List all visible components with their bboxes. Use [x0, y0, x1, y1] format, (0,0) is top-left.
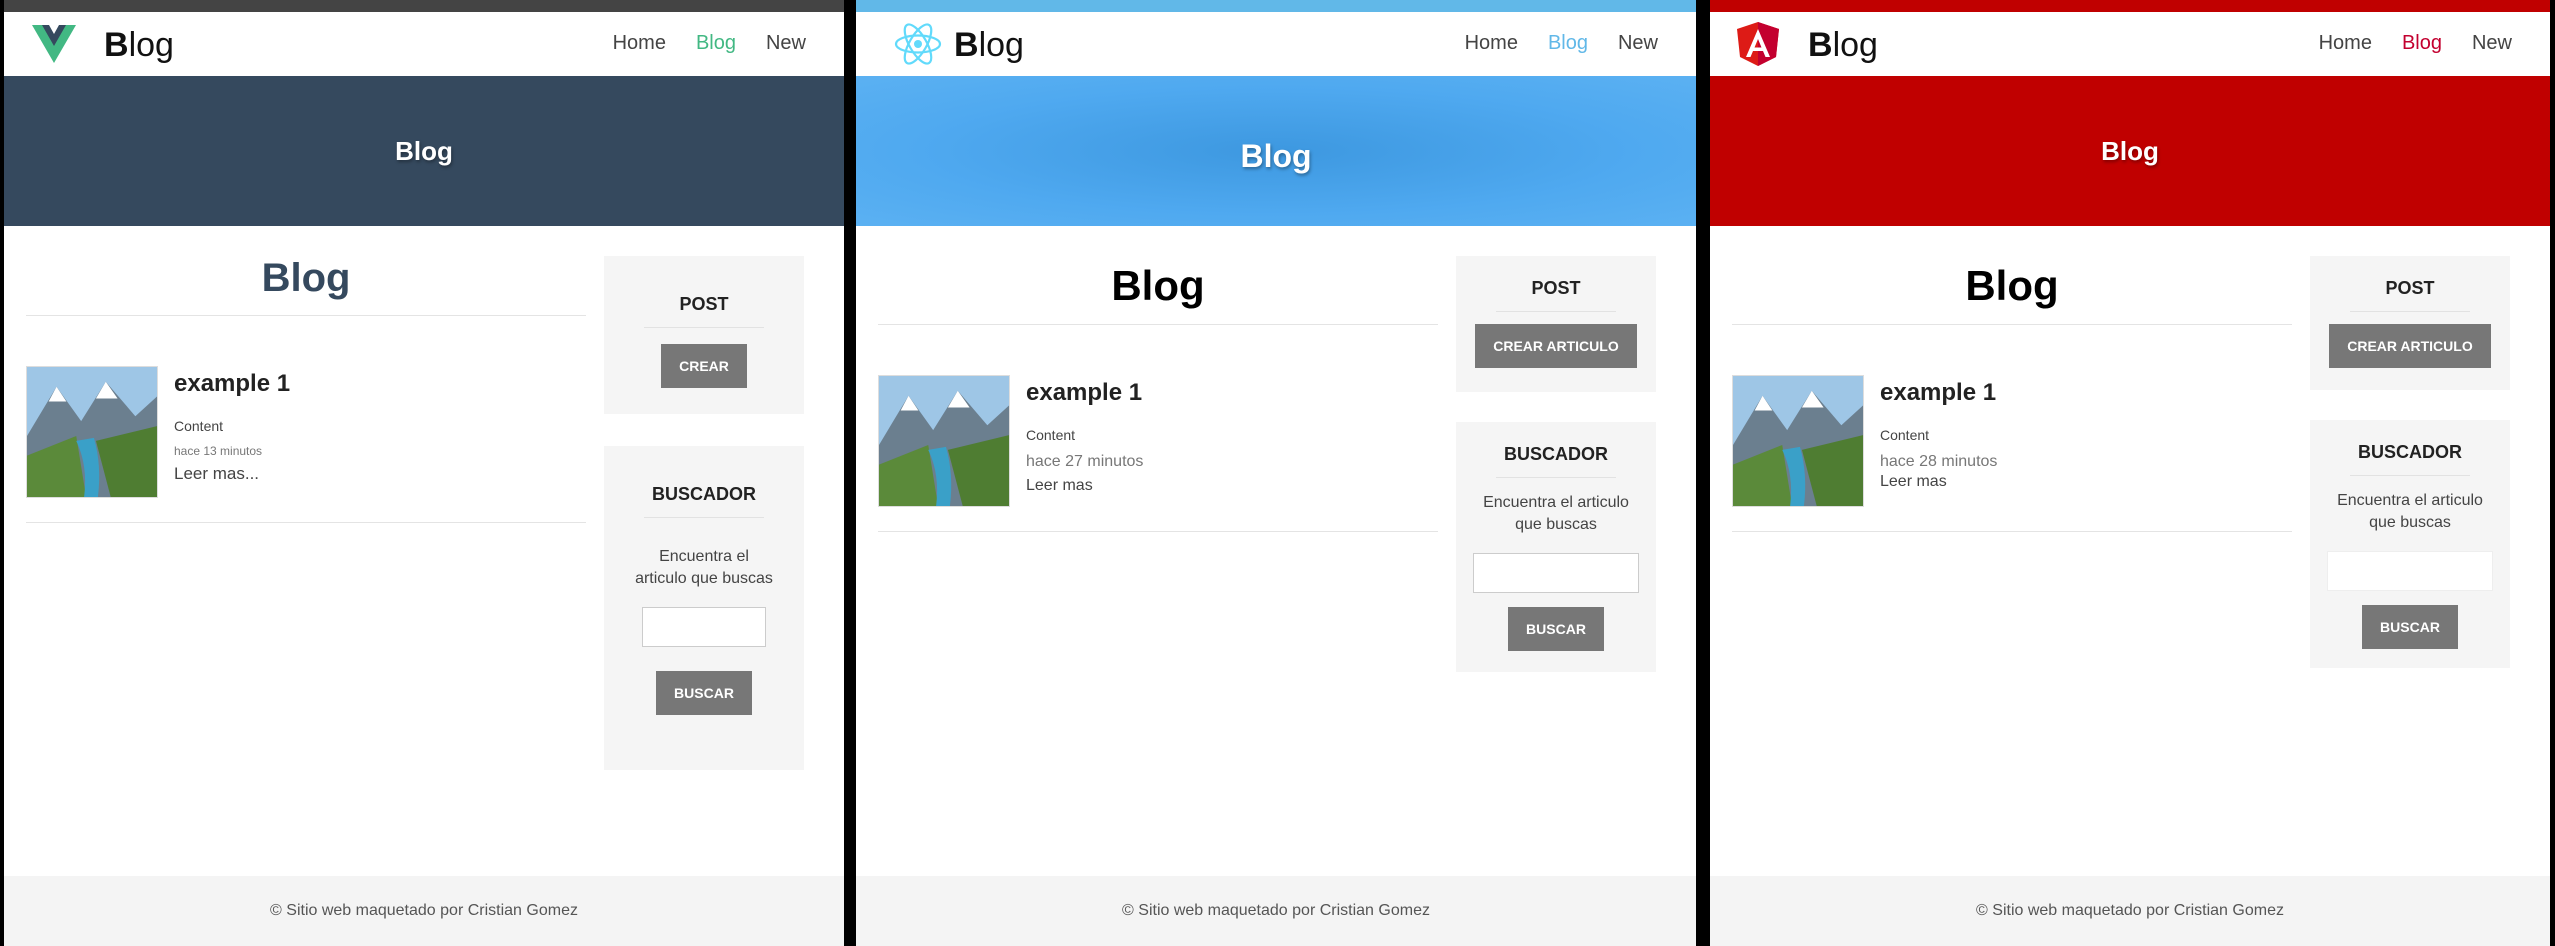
nav-home[interactable]: Home	[1465, 32, 1518, 55]
footer: © Sitio web maquetado por Cristian Gomez	[856, 876, 1696, 946]
nav-new[interactable]: New	[766, 32, 806, 55]
post-widget: POST CREAR ARTICULO	[2310, 256, 2510, 390]
brand-rest: log	[128, 26, 174, 64]
article-time: hace 27 minutos	[1026, 453, 1144, 470]
post-widget: POST CREAR ARTICULO	[1456, 256, 1656, 392]
search-input[interactable]	[1473, 553, 1639, 594]
hero-banner: Blog	[4, 76, 844, 226]
create-article-button[interactable]: CREAR ARTICULO	[2329, 324, 2491, 368]
nav-blog[interactable]: Blog	[2402, 32, 2442, 55]
post-widget-title: POST	[2350, 278, 2470, 312]
brand-title[interactable]: Blog	[954, 26, 1024, 65]
main-content: Blog example 1 Content hace 13 minutos L…	[26, 250, 586, 523]
main-content: Blog example 1 Content hace 27 minutos L…	[878, 250, 1438, 532]
nav-blog[interactable]: Blog	[696, 32, 736, 55]
nav-new[interactable]: New	[1618, 32, 1658, 55]
article-body: example 1 Content hace 13 minutos Leer m…	[174, 366, 290, 498]
nav-menu: Home Blog New	[1465, 32, 1658, 55]
nav-home[interactable]: Home	[613, 32, 666, 55]
header: Blog Home Blog New	[856, 12, 1696, 76]
footer: © Sitio web maquetado por Cristian Gomez	[1710, 876, 2550, 946]
angular-logo-icon[interactable]	[1734, 21, 1782, 67]
article-item: example 1 Content hace 28 minutos Leer m…	[1732, 325, 2292, 532]
search-widget-text: Encuentra el articulo que buscas	[635, 548, 773, 587]
article-body: example 1 Content hace 27 minutos Leer m…	[1026, 375, 1143, 507]
search-widget: BUSCADOR Encuentra el articulo que busca…	[1456, 422, 1656, 672]
create-button[interactable]: CREAR	[661, 344, 747, 388]
post-widget-title: POST	[644, 294, 764, 328]
article-content: Content	[1026, 427, 1076, 443]
brand-rest: log	[1832, 26, 1878, 64]
hero-title: Blog	[395, 135, 453, 166]
article-body: example 1 Content hace 28 minutos Leer m…	[1880, 375, 1997, 507]
search-widget-title: BUSCADOR	[1496, 444, 1616, 478]
article-content: Content	[1880, 427, 1930, 443]
search-button[interactable]: BUSCAR	[656, 671, 752, 716]
search-input[interactable]	[2327, 551, 2493, 592]
article-time: hace 13 minutos	[174, 444, 263, 458]
page-title: Blog	[1732, 256, 2292, 325]
header: Blog Home Blog New	[4, 12, 844, 76]
react-logo-icon[interactable]	[894, 21, 942, 67]
search-input[interactable]	[642, 607, 766, 648]
read-more-link[interactable]: Leer mas...	[174, 464, 290, 484]
landscape-thumbnail[interactable]	[878, 375, 1010, 507]
search-widget: BUSCADOR Encuentra el articulo que busca…	[604, 446, 804, 770]
article-title[interactable]: example 1	[1880, 379, 1997, 407]
create-article-button[interactable]: CREAR ARTICULO	[1475, 324, 1637, 368]
brand-title[interactable]: Blog	[104, 26, 174, 65]
footer: © Sitio web maquetado por Cristian Gomez	[4, 876, 844, 946]
angular-panel: Blog Home Blog New Blog Blog example 1 C…	[1710, 0, 2550, 946]
nav-home[interactable]: Home	[2319, 32, 2372, 55]
search-button[interactable]: BUSCAR	[2362, 605, 2458, 650]
hero-banner: Blog	[856, 76, 1696, 226]
page-title: Blog	[26, 250, 586, 316]
article-title[interactable]: example 1	[1026, 379, 1143, 407]
brand-title[interactable]: Blog	[1808, 26, 1878, 65]
hero-banner: Blog	[1710, 76, 2550, 226]
nav-menu: Home Blog New	[613, 32, 806, 55]
article-item: example 1 Content hace 13 minutos Leer m…	[26, 316, 586, 523]
article-item: example 1 Content hace 27 minutos Leer m…	[878, 325, 1438, 532]
vue-logo-icon[interactable]	[30, 21, 78, 67]
nav-menu: Home Blog New	[2319, 32, 2512, 55]
search-widget-text: Encuentra el articulo que buscas	[1483, 494, 1629, 533]
hero-title: Blog	[1240, 137, 1312, 174]
main-content: Blog example 1 Content hace 28 minutos L…	[1732, 250, 2292, 532]
post-widget: POST CREAR	[604, 256, 804, 414]
search-button[interactable]: BUSCAR	[1508, 607, 1604, 652]
window-top-strip	[4, 0, 844, 12]
search-widget-title: BUSCADOR	[644, 484, 764, 518]
post-widget-title: POST	[1496, 278, 1616, 312]
search-widget-title: BUSCADOR	[2350, 442, 2470, 476]
landscape-thumbnail[interactable]	[26, 366, 158, 498]
article-content: Content	[174, 418, 224, 434]
vue-panel: Blog Home Blog New Blog Blog example 1 C…	[4, 0, 844, 946]
article-time: hace 28 minutos	[1880, 453, 1998, 470]
window-top-strip	[1710, 0, 2550, 12]
window-top-strip	[856, 0, 1696, 12]
nav-new[interactable]: New	[2472, 32, 2512, 55]
react-panel: Blog Home Blog New Blog Blog example 1 C…	[856, 0, 1696, 946]
read-more-link[interactable]: Leer mas	[1880, 473, 1997, 491]
read-more-link[interactable]: Leer mas	[1026, 477, 1143, 495]
nav-blog[interactable]: Blog	[1548, 32, 1588, 55]
header: Blog Home Blog New	[1710, 12, 2550, 76]
landscape-thumbnail[interactable]	[1732, 375, 1864, 507]
article-title[interactable]: example 1	[174, 370, 290, 398]
hero-title: Blog	[2101, 135, 2159, 166]
search-widget: BUSCADOR Encuentra el articulo que busca…	[2310, 420, 2510, 668]
page-title: Blog	[878, 256, 1438, 325]
brand-rest: log	[978, 26, 1024, 64]
search-widget-text: Encuentra el articulo que buscas	[2337, 492, 2483, 531]
